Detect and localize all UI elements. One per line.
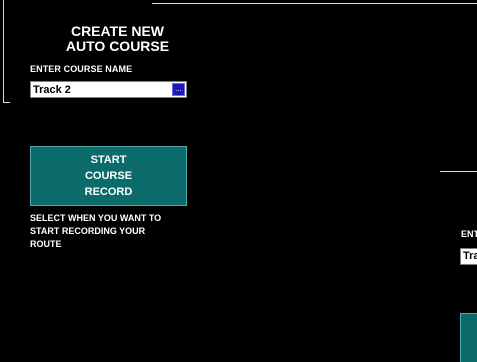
next-panel-divider (440, 171, 477, 172)
course-name-field[interactable]: ... (30, 81, 187, 98)
next-panel-button (460, 313, 477, 362)
keyboard-button[interactable]: ... (172, 83, 185, 96)
start-course-record-button[interactable]: START COURSE RECORD (30, 146, 187, 206)
page-title: CREATE NEW AUTO COURSE (65, 23, 170, 54)
window-frame-top (152, 3, 477, 4)
next-panel-name-field: Tra (460, 248, 477, 265)
start-record-hint: SELECT WHEN YOU WANT TO START RECORDING … (30, 213, 162, 249)
course-name-label: ENTER COURSE NAME (30, 64, 133, 74)
window-frame-left (3, 0, 4, 103)
course-name-input[interactable] (32, 82, 171, 97)
next-panel-label: ENT (461, 229, 477, 239)
screen: CREATE NEW AUTO COURSE ENTER COURSE NAME… (0, 0, 477, 362)
